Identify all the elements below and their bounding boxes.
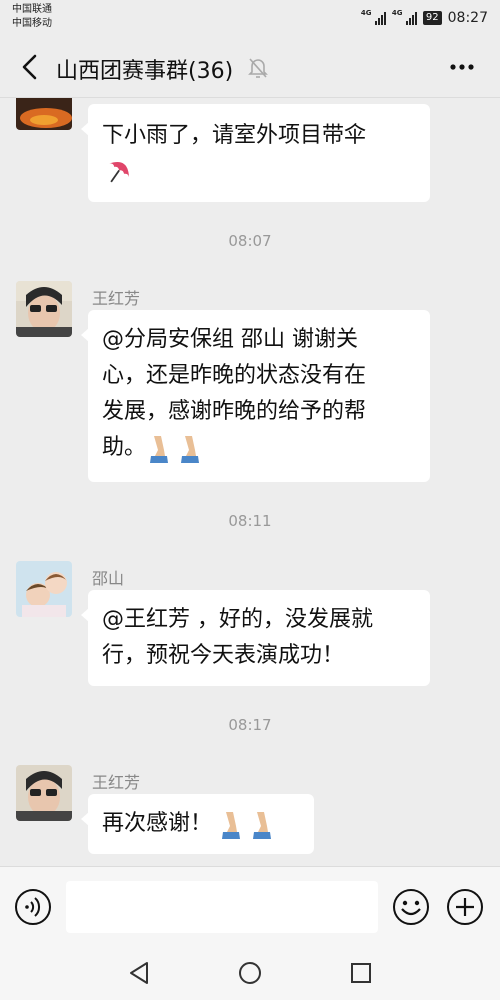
message-list[interactable]: 下小雨了，请室外项目带伞 08:07 王红芳 @分局安保组 邵山 谢谢关 心，还…: [0, 98, 500, 866]
status-time: 08:27: [447, 10, 488, 26]
voice-icon[interactable]: [14, 888, 52, 926]
bell-off-icon: [248, 58, 268, 78]
chat-header: 山西团赛事群(36): [0, 36, 500, 98]
status-indicators: 4G 4G 92 08:27: [361, 8, 488, 28]
timestamp: 08:17: [228, 716, 272, 734]
umbrella-icon: [109, 162, 129, 183]
plus-circle-icon[interactable]: [446, 888, 484, 926]
sender-name: 邵山: [92, 569, 125, 588]
message-bubble[interactable]: @分局安保组 邵山 谢谢关 心，还是昨晚的状态没有在 发展，感谢昨晚的给予的帮 …: [81, 310, 430, 482]
timestamp: 08:07: [228, 232, 272, 250]
avatar[interactable]: [16, 281, 72, 337]
message-text: 下小雨了，请室外项目带伞: [102, 123, 367, 148]
ellipsis-icon[interactable]: [450, 64, 474, 70]
praying-hands-icon: [150, 436, 200, 463]
network-type-2: 4G: [391, 9, 403, 17]
message-bubble[interactable]: 下小雨了，请室外项目带伞: [81, 104, 430, 202]
system-nav-bar: [0, 946, 500, 1000]
triangle-back-icon[interactable]: [128, 961, 150, 985]
message-text: @分局安保组 邵山 谢谢关: [102, 327, 358, 352]
message-text: 心，还是昨晚的状态没有在: [102, 363, 367, 388]
message-text: @王红芳 ，好的，没发展就: [102, 607, 373, 632]
avatar[interactable]: [16, 561, 72, 617]
message-text: 发展，感谢昨晚的给予的帮: [102, 399, 367, 424]
network-type-1: 4G: [360, 9, 372, 17]
message-text: 再次感谢！: [102, 811, 213, 836]
smile-icon[interactable]: [392, 888, 430, 926]
sender-name: 王红芳: [92, 289, 141, 308]
avatar[interactable]: [16, 98, 72, 130]
sender-name: 王红芳: [92, 773, 141, 792]
praying-hands-icon: [222, 812, 272, 839]
carrier-2: 中国移动: [12, 18, 52, 29]
carrier-1: 中国联通: [12, 4, 52, 15]
avatar[interactable]: [16, 765, 72, 821]
battery-icon: 92: [422, 11, 442, 25]
message-text: 行，预祝今天表演成功！: [102, 643, 345, 668]
message-bubble[interactable]: 再次感谢！: [81, 794, 314, 854]
message-text: 助。: [102, 435, 147, 460]
group-title: 山西团赛事群(36): [56, 59, 234, 84]
status-bar: 中国联通 中国移动 4G 4G 92 08:27: [0, 0, 500, 36]
signal-icon: 4G: [360, 9, 386, 25]
input-bar: [0, 866, 500, 946]
circle-home-icon[interactable]: [238, 961, 262, 985]
square-recent-icon[interactable]: [350, 962, 372, 984]
message-bubble[interactable]: @王红芳 ，好的，没发展就 行，预祝今天表演成功！: [81, 590, 430, 686]
timestamp: 08:11: [228, 512, 272, 530]
signal-icon: 4G: [391, 9, 417, 25]
chevron-left-icon[interactable]: [18, 53, 42, 81]
message-input[interactable]: [66, 881, 378, 933]
